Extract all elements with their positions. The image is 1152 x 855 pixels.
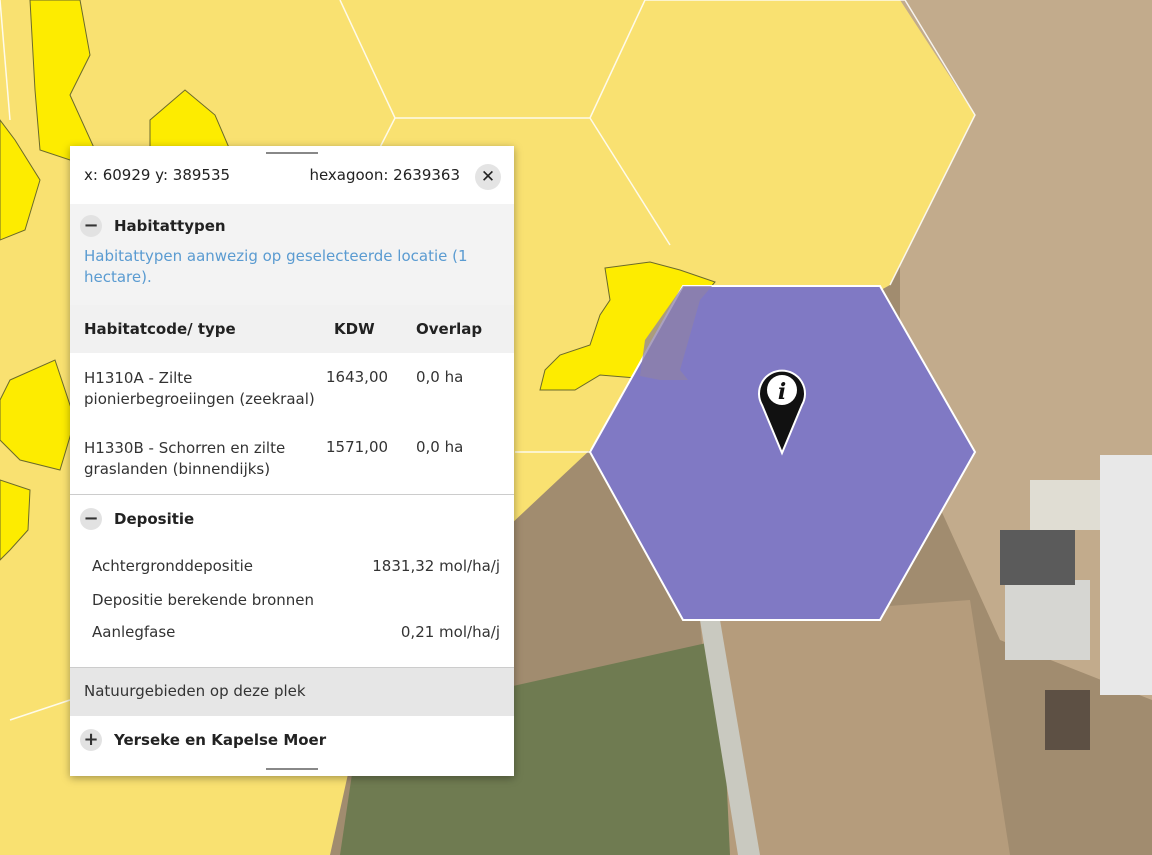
panel-drag-handle-bottom[interactable] bbox=[266, 768, 318, 770]
deposition-row: Achtergronddepositie 1831,32 mol/ha/j bbox=[92, 557, 500, 575]
coordinates-text: x: 60929 y: 389535 bbox=[84, 166, 231, 184]
deposition-section-header[interactable]: − Depositie bbox=[80, 508, 194, 530]
deposition-section-title: Depositie bbox=[114, 510, 195, 528]
habitat-section-header[interactable]: − Habitattypen bbox=[80, 215, 226, 237]
habitat-overlap: 0,0 ha bbox=[416, 438, 464, 456]
deposition-value: 0,21 mol/ha/j bbox=[400, 623, 500, 641]
column-header-kdw: KDW bbox=[334, 320, 375, 338]
panel-drag-handle-top[interactable] bbox=[266, 152, 318, 154]
info-panel: x: 60929 y: 389535 hexagoon: 2639363 ✕ −… bbox=[70, 146, 514, 776]
habitat-overlap: 0,0 ha bbox=[416, 368, 464, 386]
expand-icon[interactable]: + bbox=[80, 729, 102, 751]
deposition-label: Achtergronddepositie bbox=[92, 557, 254, 575]
deposition-row: Depositie berekende bronnen bbox=[92, 591, 500, 609]
deposition-label: Depositie berekende bronnen bbox=[92, 591, 315, 609]
farm-building-roof bbox=[1000, 530, 1075, 585]
deposition-row: Aanlegfase 0,21 mol/ha/j bbox=[92, 623, 500, 641]
deposition-label: Aanlegfase bbox=[92, 623, 176, 641]
farm-building-small bbox=[1005, 580, 1090, 660]
nature-areas-title: Natuurgebieden op deze plek bbox=[84, 682, 306, 700]
farm-house bbox=[1045, 690, 1090, 750]
collapse-icon[interactable]: − bbox=[80, 215, 102, 237]
collapse-icon[interactable]: − bbox=[80, 508, 102, 530]
deposition-value: 1831,32 mol/ha/j bbox=[372, 557, 500, 575]
column-header-habitatcode: Habitatcode/ type bbox=[84, 320, 236, 338]
habitat-kdw: 1643,00 bbox=[326, 368, 389, 386]
area-section-header[interactable]: + Yerseke en Kapelse Moer bbox=[80, 729, 326, 751]
habitat-name: H1310A - Zilte pionierbegroeiingen (zeek… bbox=[84, 369, 315, 408]
farm-yard bbox=[1030, 480, 1100, 530]
marker-label: i bbox=[778, 379, 786, 405]
close-icon[interactable]: ✕ bbox=[475, 164, 501, 190]
habitat-name: H1330B - Schorren en zilte graslanden (b… bbox=[84, 439, 286, 478]
habitat-note: Habitattypen aanwezig op geselecteerde l… bbox=[84, 247, 468, 286]
farm-building-large bbox=[1100, 455, 1152, 695]
habitat-kdw: 1571,00 bbox=[326, 438, 389, 456]
hexagon-id-text: hexagoon: 2639363 bbox=[309, 166, 460, 184]
area-title: Yerseke en Kapelse Moer bbox=[114, 731, 327, 749]
habitat-table-header: Habitatcode/ type KDW Overlap bbox=[70, 305, 514, 353]
nature-areas-header: Natuurgebieden op deze plek bbox=[70, 668, 514, 716]
divider bbox=[70, 494, 514, 495]
habitat-section-title: Habitattypen bbox=[114, 217, 226, 235]
column-header-overlap: Overlap bbox=[416, 320, 483, 338]
